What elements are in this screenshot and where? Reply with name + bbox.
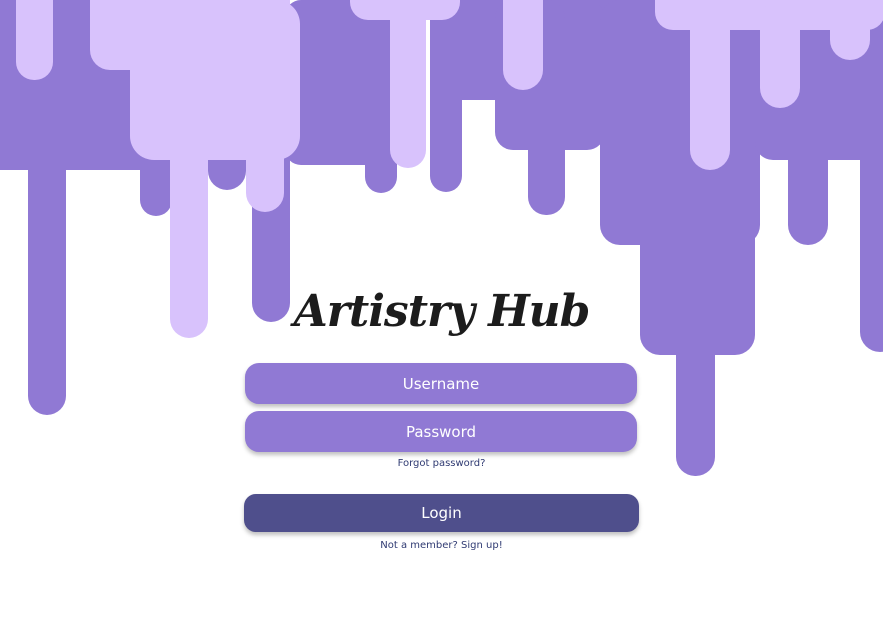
username-input[interactable]: Username: [245, 363, 637, 404]
forgot-password-link[interactable]: Forgot password?: [0, 458, 883, 469]
signup-link[interactable]: Not a member? Sign up!: [0, 540, 883, 551]
password-input[interactable]: Password: [245, 411, 637, 452]
app-logo-title: Artistry Hub: [293, 286, 591, 337]
forgot-password-text[interactable]: Forgot password?: [398, 458, 486, 469]
login-button[interactable]: Login: [244, 494, 639, 532]
signup-text[interactable]: Not a member? Sign up!: [380, 540, 502, 551]
